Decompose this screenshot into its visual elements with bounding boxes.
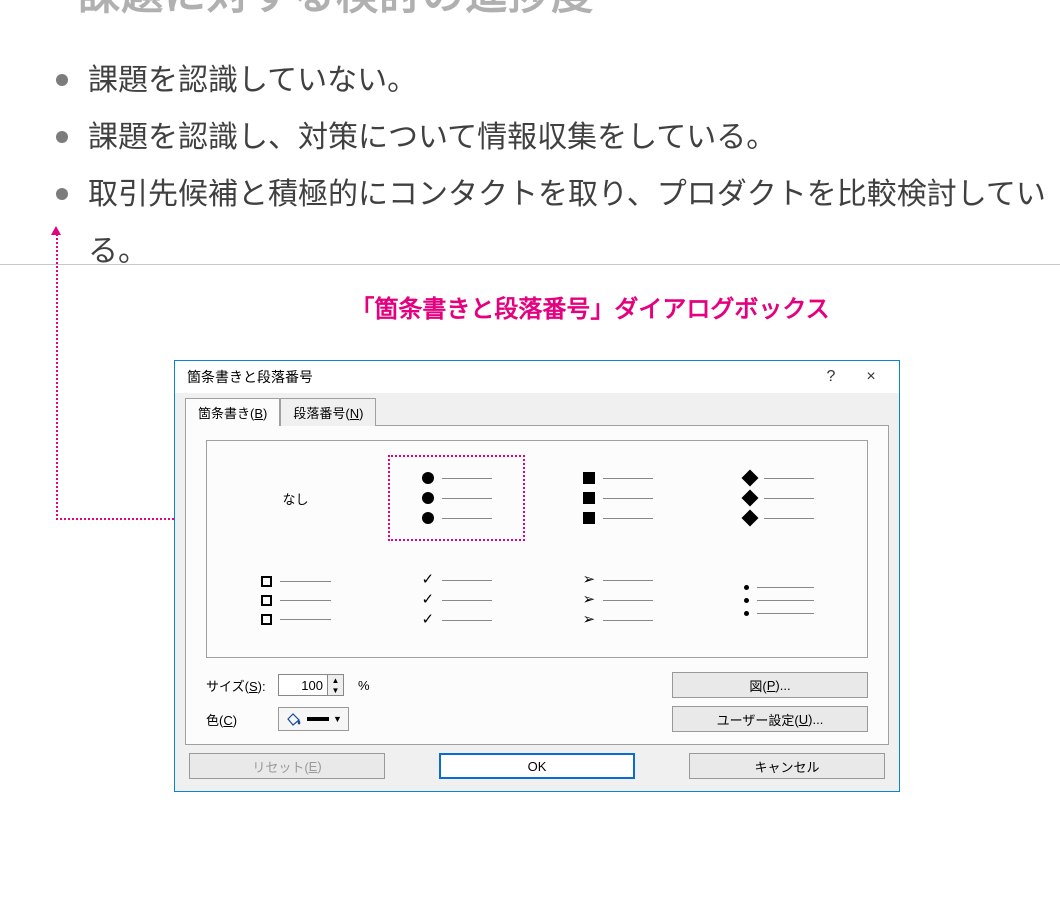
bullet-option-small-dot[interactable]	[710, 557, 847, 643]
bullets-numbering-dialog: 箇条書きと段落番号 ? × 箇条書き(B) 段落番号(N) なし	[174, 360, 900, 792]
slide-area: 課題に対する検討の進捗度 課題を認識していない。 課題を認識し、対策について情報…	[0, 0, 1060, 324]
slide-bullet: 課題を認識し、対策について情報収集をしている。	[56, 109, 1060, 166]
filled-square-icon	[583, 472, 595, 484]
bullet-option-hollow-square[interactable]	[227, 557, 364, 643]
help-button[interactable]: ?	[811, 363, 851, 391]
filled-diamond-icon	[741, 470, 758, 487]
size-unit: %	[358, 678, 370, 693]
bullet-text: 課題を認識していない。	[88, 64, 417, 97]
dialog-title: 箇条書きと段落番号	[187, 367, 811, 387]
tab-numbered[interactable]: 段落番号(N)	[280, 398, 376, 426]
filled-circle-icon	[422, 512, 434, 524]
tab-label-pre: 段落番号(	[293, 406, 349, 421]
color-picker[interactable]: ▼	[278, 707, 349, 731]
close-icon: ×	[866, 368, 875, 386]
customize-button[interactable]: ユーザー設定(U)...	[672, 706, 868, 732]
tab-panel: なし	[185, 425, 889, 745]
tab-bulleted[interactable]: 箇条書き(B)	[185, 398, 280, 426]
spinner-down[interactable]: ▼	[328, 685, 343, 695]
tab-accel: B	[254, 406, 263, 421]
ok-label: OK	[528, 759, 547, 774]
color-row: 色(C) ▼ ユーザー設定(U)...	[206, 706, 868, 732]
size-row: サイズ(S): ▲ ▼ % 図(P)...	[206, 672, 868, 698]
bullet-text: 課題を認識し、対策について情報収集をしている。	[88, 121, 776, 154]
hollow-square-icon	[261, 576, 272, 587]
ok-button[interactable]: OK	[439, 753, 635, 779]
arrow-icon: ➢	[583, 594, 596, 606]
callout-title: 「箇条書きと段落番号」ダイアログボックス	[120, 289, 1060, 324]
picture-button[interactable]: 図(P)...	[672, 672, 868, 698]
tab-accel: N	[350, 406, 359, 421]
bullet-option-checkmark[interactable]: ✓ ✓ ✓	[388, 557, 525, 643]
filled-diamond-icon	[741, 490, 758, 507]
small-dot-icon	[744, 598, 749, 603]
slide-title: 課題に対する検討の進捗度	[78, 0, 1060, 22]
checkmark-icon: ✓	[422, 574, 435, 586]
bullet-text: 取引先候補と積極的にコンタクトを取り、プロダクトを比較検討している。	[88, 178, 1046, 268]
filled-square-icon	[583, 492, 595, 504]
filled-circle-icon	[422, 492, 434, 504]
dropdown-caret-icon: ▼	[333, 714, 342, 724]
hollow-square-icon	[261, 595, 272, 606]
tab-label-pre: 箇条書き(	[198, 406, 254, 421]
bullet-option-arrow[interactable]: ➢ ➢ ➢	[549, 557, 686, 643]
bullet-option-filled-square[interactable]	[549, 455, 686, 541]
cancel-button[interactable]: キャンセル	[689, 753, 885, 779]
dialog-footer: リセット(E) OK キャンセル	[185, 745, 889, 781]
bullet-option-none[interactable]: なし	[227, 455, 364, 541]
size-input[interactable]	[279, 675, 327, 695]
slide-bullet-list: 課題を認識していない。 課題を認識し、対策について情報収集をしている。 取引先候…	[56, 52, 1060, 280]
filled-square-icon	[583, 512, 595, 524]
tab-label-post: )	[263, 406, 267, 421]
small-dot-icon	[744, 611, 749, 616]
size-spinner[interactable]: ▲ ▼	[278, 674, 344, 696]
arrow-icon: ➢	[583, 574, 596, 586]
close-button[interactable]: ×	[851, 363, 891, 391]
none-label: なし	[282, 489, 308, 508]
slide-bullet: 取引先候補と積極的にコンタクトを取り、プロダクトを比較検討している。	[56, 166, 1060, 280]
color-swatch	[307, 717, 329, 721]
filled-circle-icon	[422, 472, 434, 484]
spinner-up[interactable]: ▲	[328, 675, 343, 685]
small-dot-icon	[744, 585, 749, 590]
arrow-icon: ➢	[583, 614, 596, 626]
bullet-option-filled-diamond[interactable]	[710, 455, 847, 541]
help-icon: ?	[827, 368, 836, 386]
size-label: サイズ(S):	[206, 676, 270, 695]
tab-strip: 箇条書き(B) 段落番号(N)	[185, 398, 889, 426]
bullet-option-filled-circle[interactable]	[388, 455, 525, 541]
filled-diamond-icon	[741, 510, 758, 527]
tab-label-post: )	[359, 406, 363, 421]
hollow-square-icon	[261, 614, 272, 625]
reset-button[interactable]: リセット(E)	[189, 753, 385, 779]
connector-vertical	[56, 234, 58, 520]
paint-bucket-icon	[285, 712, 303, 726]
bullet-gallery: なし	[206, 440, 868, 658]
checkmark-icon: ✓	[422, 614, 435, 626]
dialog-titlebar: 箇条書きと段落番号 ? ×	[175, 361, 899, 393]
checkmark-icon: ✓	[422, 594, 435, 606]
slide-bullet: 課題を認識していない。	[56, 52, 1060, 109]
color-label: 色(C)	[206, 710, 270, 729]
cancel-label: キャンセル	[754, 757, 819, 776]
